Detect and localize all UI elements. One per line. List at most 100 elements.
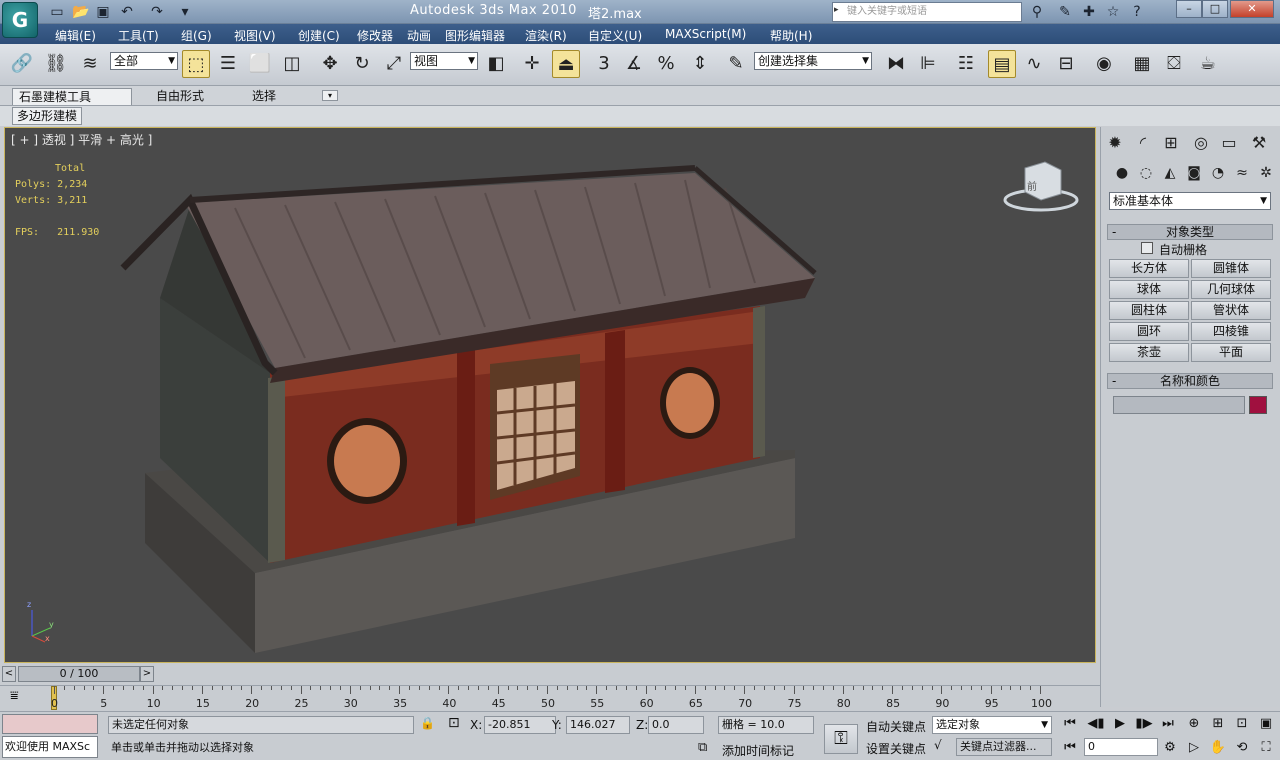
next-frame-icon[interactable]: > [140, 666, 154, 682]
play-icon[interactable]: ▶ [1110, 716, 1130, 731]
search-expand-icon[interactable]: ▸ [834, 5, 839, 15]
percent-snap-icon[interactable]: % [652, 50, 680, 78]
motion-tab-icon[interactable]: ◎ [1189, 131, 1213, 155]
rollout-object-type[interactable]: - 对象类型 [1107, 224, 1273, 240]
pivot-center-icon[interactable]: ◧ [482, 50, 510, 78]
lights-icon[interactable]: ◭ [1159, 163, 1181, 183]
unlink-selection-icon[interactable]: ⛓ [42, 50, 70, 78]
x-coordinate-field[interactable]: -20.851 [484, 716, 556, 734]
help-icon[interactable]: ? [1128, 3, 1146, 21]
menu-tools[interactable]: 工具(T) [118, 27, 159, 44]
tab-polygon-modeling[interactable]: 多边形建模 [12, 107, 83, 125]
rectangular-selection-icon[interactable]: ⬜ [246, 50, 274, 78]
pyramid-button[interactable]: 四棱锥 [1191, 322, 1271, 341]
align-icon[interactable]: ⊫ [914, 50, 942, 78]
geosphere-button[interactable]: 几何球体 [1191, 280, 1271, 299]
save-icon[interactable]: ▣ [94, 3, 112, 21]
tools-icon[interactable]: ✎ [1056, 3, 1074, 21]
menu-create[interactable]: 创建(C) [298, 27, 340, 44]
window-crossing-icon[interactable]: ◫ [278, 50, 306, 78]
maximize-viewport-icon[interactable]: ⛶ [1256, 740, 1276, 755]
spinner-snap-icon[interactable]: ⇕ [686, 50, 714, 78]
snaps-toggle-icon[interactable]: 3 [590, 50, 618, 78]
frame-indicator[interactable]: 0 / 100 [18, 666, 140, 682]
set-key-icon[interactable]: ⚿ [824, 724, 858, 754]
key-mode-toggle-icon[interactable]: ⏮ [1060, 740, 1080, 755]
edit-named-selection-icon[interactable]: ✎ [722, 50, 750, 78]
current-frame-field[interactable]: 0 [1084, 738, 1158, 756]
binoculars-icon[interactable]: ⚲ [1028, 3, 1046, 21]
named-selection-sets-dropdown[interactable]: 创建选择集 ▼ [754, 52, 872, 70]
building-model[interactable] [5, 128, 1095, 662]
tab-graphite-modeling[interactable]: 石墨建模工具 [12, 88, 132, 105]
auto-grid-checkbox[interactable] [1141, 242, 1153, 254]
zoom-extents-all-icon[interactable]: ▣ [1256, 716, 1276, 731]
render-setup-icon[interactable]: ▦ [1128, 50, 1156, 78]
next-key-icon[interactable]: ▮▶ [1134, 716, 1154, 731]
zoom-extents-icon[interactable]: ⊡ [1232, 716, 1252, 731]
view-cube-icon[interactable]: 前 [1027, 178, 1037, 193]
time-configuration-icon[interactable]: ⚙ [1160, 740, 1180, 755]
rollout-name-and-color[interactable]: - 名称和颜色 [1107, 373, 1273, 389]
pan-view-icon[interactable]: ✋ [1208, 740, 1228, 755]
perspective-viewport[interactable]: [ + ] 透视 ] 平滑 + 高光 ] Total Polys: 2,234 … [4, 127, 1096, 663]
menu-view[interactable]: 视图(V) [234, 27, 276, 44]
redo-icon[interactable]: ↷ [148, 3, 166, 21]
box-button[interactable]: 长方体 [1109, 259, 1189, 278]
schematic-view-icon[interactable]: ⊟ [1052, 50, 1080, 78]
menu-maxscript[interactable]: MAXScript(M) [665, 27, 746, 41]
object-color-swatch[interactable] [1249, 396, 1267, 414]
select-and-manipulate-icon[interactable]: ✛ [518, 50, 546, 78]
select-and-scale-icon[interactable]: ⤢ [380, 50, 408, 78]
cone-button[interactable]: 圆锥体 [1191, 259, 1271, 278]
app-logo-icon[interactable]: G [2, 2, 38, 38]
favorites-star-icon[interactable]: ☆ [1104, 3, 1122, 21]
select-and-rotate-icon[interactable]: ↻ [348, 50, 376, 78]
menu-group[interactable]: 组(G) [181, 27, 212, 44]
menu-customize[interactable]: 自定义(U) [588, 27, 642, 44]
go-to-start-icon[interactable]: ⏮ [1060, 716, 1080, 731]
y-coordinate-field[interactable]: 146.027 [566, 716, 630, 734]
minimize-button[interactable]: – [1176, 0, 1202, 18]
new-file-icon[interactable]: ▭ [48, 3, 66, 21]
auto-key-button[interactable]: 自动关键点 [866, 718, 926, 735]
undo-icon[interactable]: ↶ [118, 3, 136, 21]
geometry-icon[interactable]: ● [1111, 163, 1133, 183]
torus-button[interactable]: 圆环 [1109, 322, 1189, 341]
tube-button[interactable]: 管状体 [1191, 301, 1271, 320]
tab-selection[interactable]: 选择 [246, 88, 282, 105]
key-filters-button[interactable]: 关键点过滤器... [956, 738, 1052, 756]
menu-animation[interactable]: 动画 [407, 27, 431, 44]
select-by-name-icon[interactable]: ☰ [214, 50, 242, 78]
key-filters-icon[interactable]: √ [934, 738, 942, 752]
modify-tab-icon[interactable]: ◜ [1131, 131, 1155, 155]
close-button[interactable]: ✕ [1230, 0, 1274, 18]
sphere-button[interactable]: 球体 [1109, 280, 1189, 299]
object-category-dropdown[interactable]: 标准基本体 ▼ [1109, 192, 1271, 210]
curve-editor-icon[interactable]: ∿ [1020, 50, 1048, 78]
material-editor-icon[interactable]: ◉ [1090, 50, 1118, 78]
lock-selection-icon[interactable]: 🔒 [420, 716, 435, 730]
menu-edit[interactable]: 编辑(E) [55, 27, 96, 44]
keyboard-shortcut-override-icon[interactable]: ⏏ [552, 50, 580, 78]
select-and-move-icon[interactable]: ✥ [316, 50, 344, 78]
zoom-all-icon[interactable]: ⊞ [1208, 716, 1228, 731]
previous-key-icon[interactable]: ◀▮ [1086, 716, 1106, 731]
display-tab-icon[interactable]: ▭ [1217, 131, 1241, 155]
time-slider[interactable]: < 0 / 100 > [0, 663, 1100, 685]
add-time-tag-button[interactable]: 添加时间标记 [722, 742, 794, 759]
orbit-icon[interactable]: ⟲ [1232, 740, 1252, 755]
maxscript-listener-pink[interactable] [2, 714, 98, 734]
reference-coordinate-dropdown[interactable]: 视图 ▼ [410, 52, 478, 70]
plane-button[interactable]: 平面 [1191, 343, 1271, 362]
ribbon-toggle-icon[interactable]: ▾ [322, 90, 338, 101]
tab-freeform[interactable]: 自由形式 [150, 88, 210, 105]
rendered-frame-window-icon[interactable]: ⛋ [1160, 50, 1188, 78]
select-object-icon[interactable]: ⬚ [182, 50, 210, 78]
set-key-button[interactable]: 设置关键点 [866, 740, 926, 757]
maxscript-mini-listener[interactable]: 欢迎使用 MAXSc [2, 736, 98, 758]
object-name-input[interactable] [1113, 396, 1245, 414]
bind-space-warp-icon[interactable]: ≋ [76, 50, 104, 78]
z-coordinate-field[interactable]: 0.0 [648, 716, 704, 734]
menu-rendering[interactable]: 渲染(R) [525, 27, 567, 44]
